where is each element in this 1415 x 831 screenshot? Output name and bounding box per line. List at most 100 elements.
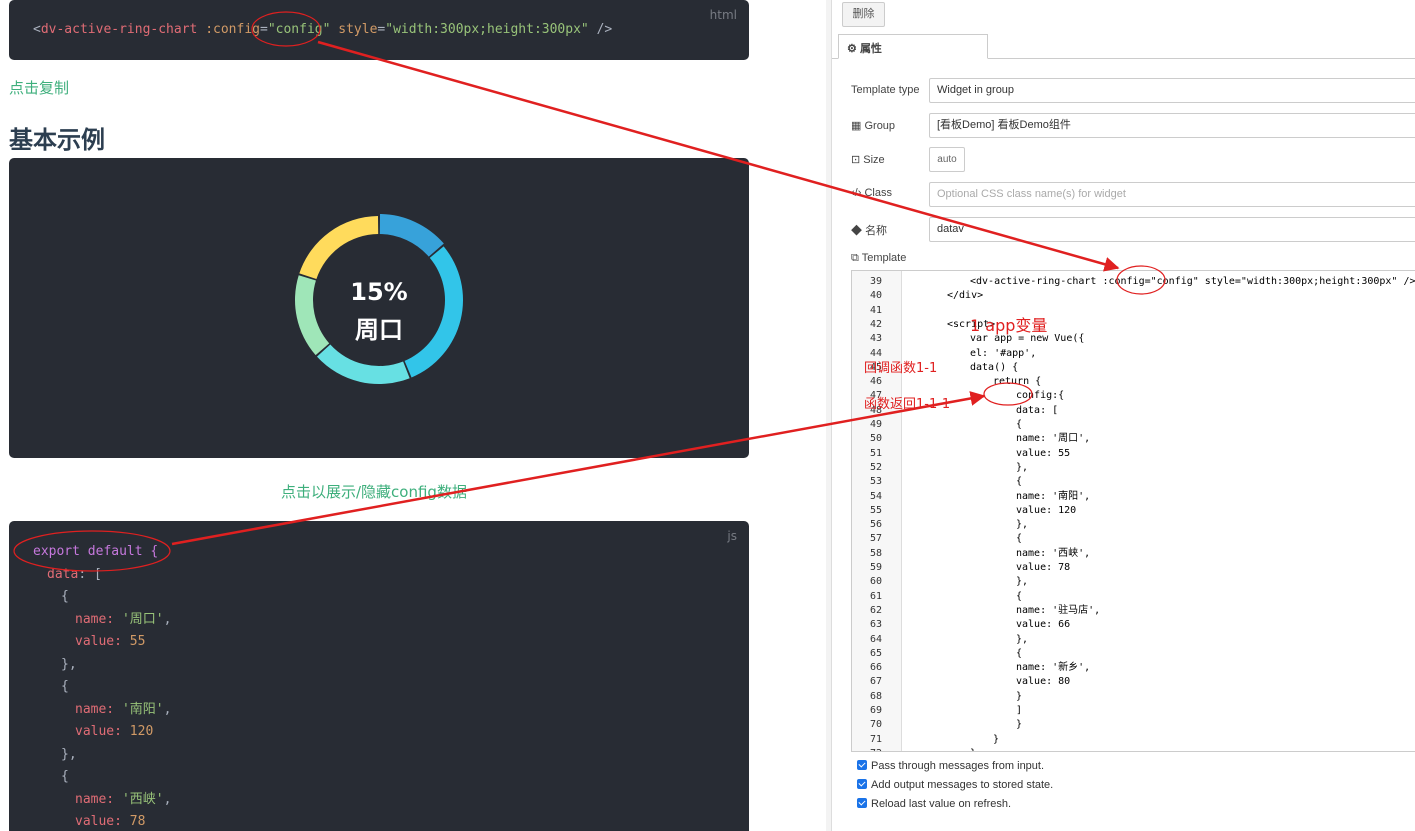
line-code: value: 66 xyxy=(1016,619,1071,631)
ring-slice-0[interactable] xyxy=(379,214,444,257)
editor-line: 61 { xyxy=(852,590,1415,604)
table-icon: ▦ xyxy=(851,120,862,132)
line-code: data: [ xyxy=(1016,404,1059,416)
line-code: } xyxy=(970,747,976,751)
line-number: 39 xyxy=(869,276,882,287)
option-checkbox[interactable]: Reload last value on refresh. xyxy=(857,798,1011,810)
editor-line: 58 name: '西峡', xyxy=(852,547,1415,561)
line-code: }, xyxy=(1016,633,1029,645)
editor-line: 46 return { xyxy=(852,375,1415,389)
code-language-label: js xyxy=(727,529,737,543)
code-line: value: 55 xyxy=(75,634,146,649)
toggle-config-link[interactable]: 点击以展示/隐藏config数据 xyxy=(281,481,467,502)
template-type-select[interactable]: Widget in group xyxy=(929,78,1415,103)
checkbox-checked-icon[interactable] xyxy=(857,760,867,770)
line-code: value: 120 xyxy=(1016,504,1077,516)
line-code: { xyxy=(1016,647,1023,659)
group-label: ▦ Group xyxy=(851,120,896,132)
line-number: 50 xyxy=(869,433,882,445)
line-code: name: '南阳', xyxy=(1016,490,1091,502)
line-number: 56 xyxy=(869,519,882,531)
line-number: 54 xyxy=(869,490,882,502)
usage-code-block: html <dv-active-ring-chart :config="conf… xyxy=(9,0,749,60)
annotation-func-return: 函数返回1-1-1 xyxy=(864,397,951,412)
section-heading: 基本示例 xyxy=(9,126,105,154)
editor-line: 67 value: 80 xyxy=(852,675,1415,689)
line-number: 60 xyxy=(869,576,882,588)
editor-line: 40 </div> xyxy=(852,289,1415,303)
option-checkbox[interactable]: Add output messages to stored state. xyxy=(857,779,1053,791)
checkbox-checked-icon[interactable] xyxy=(857,798,867,808)
ring-active-value: 15% xyxy=(350,278,408,306)
name-input[interactable]: datav xyxy=(929,217,1415,242)
code-line: { xyxy=(61,769,69,784)
copy-icon: ⧉ xyxy=(851,252,859,264)
editor-line: 63 value: 66 xyxy=(852,618,1415,632)
editor-line: 43 var app = new Vue({ xyxy=(852,332,1415,346)
checkbox-checked-icon[interactable] xyxy=(857,779,867,789)
line-number: 49 xyxy=(869,419,882,430)
editor-line: 55 value: 120 xyxy=(852,504,1415,518)
line-number: 72 xyxy=(852,747,882,751)
size-button[interactable]: auto xyxy=(929,147,965,172)
js-code-block: js export default { data: [ {name: '周口',… xyxy=(9,521,749,831)
editor-line: 64}, xyxy=(852,633,1415,647)
code-line: export default { xyxy=(33,544,159,559)
ring-active-name: 周口 xyxy=(355,316,403,344)
code-icon: ‹/› xyxy=(851,187,862,199)
line-code: <dv-active-ring-chart :config="config" s… xyxy=(970,276,1415,287)
line-code: data() { xyxy=(970,361,1019,373)
template-label: ⧉ Template xyxy=(851,252,907,264)
code-line: { xyxy=(61,679,69,694)
line-code: ] xyxy=(1016,705,1023,716)
resize-icon: ⊡ xyxy=(851,154,861,166)
gear-icon: ⚙ xyxy=(847,43,857,55)
line-number: 43 xyxy=(869,333,882,345)
line-code: value: 55 xyxy=(1016,447,1071,459)
node-editor-pane: 删除 ⚙ 属性 Template type Widget in group ▦ … xyxy=(832,0,1415,831)
code-line: value: 78 xyxy=(75,814,146,829)
annotation-callback: 回调函数1-1 xyxy=(864,361,938,376)
line-code: return { xyxy=(993,376,1042,388)
doc-pane: html <dv-active-ring-chart :config="conf… xyxy=(0,0,826,831)
line-number: 68 xyxy=(869,690,882,702)
class-input[interactable]: Optional CSS class name(s) for widget xyxy=(929,182,1415,207)
line-code: value: 78 xyxy=(1016,562,1071,573)
editor-line: 39 <dv-active-ring-chart :config="config"… xyxy=(852,275,1415,289)
tab-bar: ⚙ 属性 xyxy=(832,34,1415,59)
line-number: 63 xyxy=(869,619,882,631)
copy-link[interactable]: 点击复制 xyxy=(9,77,69,98)
ring-slice-2[interactable] xyxy=(316,344,410,384)
line-number: 52 xyxy=(869,461,882,473)
editor-line: 60}, xyxy=(852,575,1415,589)
editor-line: 65 { xyxy=(852,647,1415,661)
line-number: 70 xyxy=(869,719,882,731)
usage-code-line: <dv-active-ring-chart :config="config" s… xyxy=(33,22,613,37)
code-line: name: '西峡', xyxy=(75,791,172,807)
annotation-app-var: 1 app变量 xyxy=(970,316,1048,335)
line-number: 65 xyxy=(869,647,882,659)
line-code: }, xyxy=(1016,576,1029,588)
line-code: }, xyxy=(1016,461,1029,473)
editor-line: 54 name: '南阳', xyxy=(852,490,1415,504)
tab-properties[interactable]: ⚙ 属性 xyxy=(838,34,988,59)
line-number: 69 xyxy=(869,705,882,716)
code-line: }, xyxy=(61,746,77,762)
line-number: 61 xyxy=(869,590,882,602)
line-code: name: '西峡', xyxy=(1016,547,1091,559)
editor-line: 71} xyxy=(852,733,1415,747)
option-checkbox[interactable]: Pass through messages from input. xyxy=(857,760,1044,772)
code-line: }, xyxy=(61,656,77,672)
editor-line: 59 value: 78 xyxy=(852,561,1415,575)
editor-line: 57 { xyxy=(852,532,1415,546)
line-code: { xyxy=(1016,419,1023,430)
editor-line: 66 name: '新乡', xyxy=(852,661,1415,675)
line-code: el: '#app', xyxy=(970,347,1037,359)
editor-line: 72} xyxy=(852,747,1415,751)
line-number: 55 xyxy=(869,504,882,516)
group-select[interactable]: [看板Demo] 看板Demo组件 xyxy=(929,113,1415,138)
template-code-editor[interactable]: 39 <dv-active-ring-chart :config="config"… xyxy=(851,270,1415,752)
ring-slice-4[interactable] xyxy=(299,216,379,280)
line-number: 41 xyxy=(869,304,882,316)
delete-button[interactable]: 删除 xyxy=(842,2,885,27)
